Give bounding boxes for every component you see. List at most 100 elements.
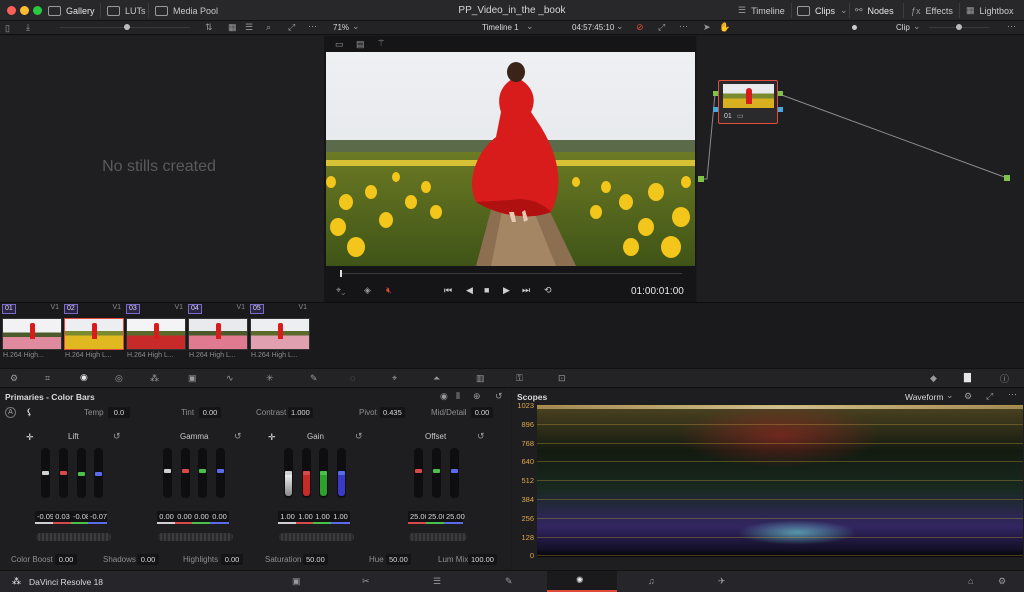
gamma-g-fader-handle[interactable] <box>199 469 206 473</box>
temp-field[interactable]: 0.0 <box>108 407 130 418</box>
gamma-y-value[interactable]: 0.00 <box>157 511 176 522</box>
hue-field[interactable]: 50.00 <box>386 554 411 565</box>
tracker-icon[interactable]: ⌖ <box>392 373 397 384</box>
highlights-field[interactable]: 0.00 <box>221 554 243 565</box>
gain-y-fader-handle[interactable] <box>285 470 292 475</box>
more-options-icon[interactable]: ⋯ <box>308 21 317 32</box>
gallery-tab[interactable]: Gallery <box>48 0 95 21</box>
go-to-start-icon[interactable]: ⏮︎ <box>444 285 452 296</box>
auto-balance-button[interactable]: A <box>5 407 16 418</box>
clip-thumbnail-03[interactable]: 03 V1 H.264 High L... <box>126 304 186 364</box>
panel-toggle-icon[interactable]: ▯ <box>5 23 10 34</box>
lum-mix-field[interactable]: 100.00 <box>468 554 497 565</box>
clip-thumbnail-05[interactable]: 05 V1 H.264 High L... <box>250 304 310 364</box>
curves-icon[interactable]: ∿ <box>226 373 234 384</box>
nodes-tab[interactable]: ⚯ Nodes <box>855 0 894 21</box>
pivot-field[interactable]: 0.435 <box>380 407 405 418</box>
lift-y-fader-handle[interactable] <box>42 471 49 475</box>
more-options-icon[interactable]: ⋯ <box>679 21 688 32</box>
node-input-rgb[interactable] <box>713 91 718 96</box>
gain-reset-icon[interactable]: ↺ <box>355 431 363 442</box>
log-mode-icon[interactable]: ⊕ <box>473 391 481 402</box>
mute-icon[interactable]: 🔇︎ <box>386 285 392 296</box>
layers-icon[interactable]: ◈ <box>364 285 371 296</box>
3d-icon[interactable]: ◆ <box>930 373 937 384</box>
wand-icon[interactable]: ⚚ <box>377 38 385 49</box>
lift-b-fader[interactable] <box>94 448 103 498</box>
gain-y-value[interactable]: 1.00 <box>278 511 297 522</box>
fullscreen-icon[interactable]: ⤢ <box>658 22 665 33</box>
gamma-y-fader[interactable] <box>163 448 172 498</box>
color-wheels-icon[interactable]: ◉ <box>80 372 88 383</box>
node-output-rgb[interactable] <box>778 91 783 96</box>
lift-b-fader-handle[interactable] <box>95 471 102 476</box>
window-icon[interactable]: ◌ <box>350 373 355 383</box>
lift-g-fader[interactable] <box>77 448 86 498</box>
scope-mode-selector[interactable]: Waveform <box>905 392 943 402</box>
edit-page-icon[interactable]: ☰ <box>433 576 441 587</box>
thumbnail-size-slider-handle[interactable] <box>124 24 130 30</box>
split-view-icon[interactable]: ▤ <box>356 39 365 50</box>
node-output-key[interactable] <box>778 107 783 112</box>
offset-b-value[interactable]: 25.00 <box>444 511 465 522</box>
deliver-page-icon[interactable]: ✈ <box>718 576 726 587</box>
gain-b-value[interactable]: 1.00 <box>331 511 350 522</box>
scrubber-bar[interactable] <box>340 273 682 274</box>
fusion-page-icon[interactable]: ✎ <box>505 576 513 587</box>
lift-b-value[interactable]: -0.07 <box>88 511 107 522</box>
more-options-icon[interactable]: ⋯ <box>1007 21 1016 32</box>
play-reverse-icon[interactable]: ◀ <box>466 285 473 296</box>
hdr-wheels-icon[interactable]: ◎ <box>115 373 123 384</box>
offset-b-fader[interactable] <box>450 448 459 498</box>
contrast-field[interactable]: 1.000 <box>288 407 313 418</box>
bypass-icon[interactable]: ⊘ <box>636 22 644 33</box>
color-match-icon[interactable]: ⌗ <box>45 373 50 384</box>
gain-g-fader[interactable] <box>319 448 328 498</box>
minimize-window-button[interactable] <box>20 6 29 15</box>
node-editor[interactable]: 01 ▭ <box>697 36 1024 302</box>
offset-r-value[interactable]: 25.00 <box>408 511 429 522</box>
lift-reset-icon[interactable]: ↺ <box>113 431 121 442</box>
offset-b-fader-handle[interactable] <box>451 469 458 473</box>
saturation-field[interactable]: 50.00 <box>303 554 328 565</box>
gamma-y-fader-handle[interactable] <box>164 469 171 473</box>
scope-settings-icon[interactable]: ⚙ <box>964 391 972 402</box>
lightbox-tab[interactable]: ▦ Lightbox <box>966 0 1014 21</box>
cut-page-icon[interactable]: ✂ <box>362 576 370 587</box>
circle-mode-icon[interactable]: ◉ <box>440 391 448 402</box>
clip-thumbnail-02[interactable]: 02 V1 H.264 High L... <box>64 304 124 364</box>
gain-r-fader-handle[interactable] <box>303 470 310 475</box>
search-icon[interactable]: ⌕ <box>266 22 271 33</box>
timeline-tab[interactable]: ☰ Timeline <box>738 0 785 21</box>
loop-icon[interactable]: ⟲ <box>544 285 552 296</box>
single-view-icon[interactable]: ▭ <box>335 39 344 50</box>
lift-crosshair-icon[interactable]: ✛ <box>26 432 34 443</box>
sizing-icon[interactable]: ⊡ <box>558 373 566 384</box>
clip-thumbnail-04[interactable]: 04 V1 H.264 High L... <box>188 304 248 364</box>
lift-y-fader[interactable] <box>41 448 50 498</box>
offset-master-dial[interactable] <box>409 533 467 541</box>
scopes-icon[interactable]: ▇ <box>964 372 971 383</box>
chevron-down-icon[interactable]: ⌄ <box>913 21 921 32</box>
gamma-b-fader-handle[interactable] <box>217 469 224 473</box>
gain-y-fader[interactable] <box>284 448 293 498</box>
media-pool-tab[interactable]: Media Pool <box>155 0 218 21</box>
lift-r-fader-handle[interactable] <box>60 471 67 475</box>
video-viewer[interactable] <box>326 52 695 266</box>
lift-r-value[interactable]: 0.03 <box>53 511 72 522</box>
gain-b-fader[interactable] <box>337 448 346 498</box>
chevron-down-icon[interactable]: ⌄ <box>352 21 360 32</box>
sort-icon[interactable]: ⇅ <box>205 22 213 33</box>
close-window-button[interactable] <box>7 6 16 15</box>
import-icon[interactable]: ⤓ <box>26 22 30 33</box>
gain-g-fader-handle[interactable] <box>320 470 327 475</box>
more-options-icon[interactable]: ⋯ <box>1008 389 1017 400</box>
scrubber-playhead[interactable] <box>340 270 342 277</box>
reset-icon[interactable]: ↺ <box>495 391 503 402</box>
magic-mask-icon[interactable]: ⏶ <box>433 373 440 384</box>
scope-expand-icon[interactable]: ⤢ <box>986 391 993 402</box>
motion-effects-icon[interactable]: ▣ <box>188 373 197 384</box>
offset-r-fader[interactable] <box>414 448 423 498</box>
color-boost-field[interactable]: 0.00 <box>55 554 77 565</box>
lift-r-fader[interactable] <box>59 448 68 498</box>
